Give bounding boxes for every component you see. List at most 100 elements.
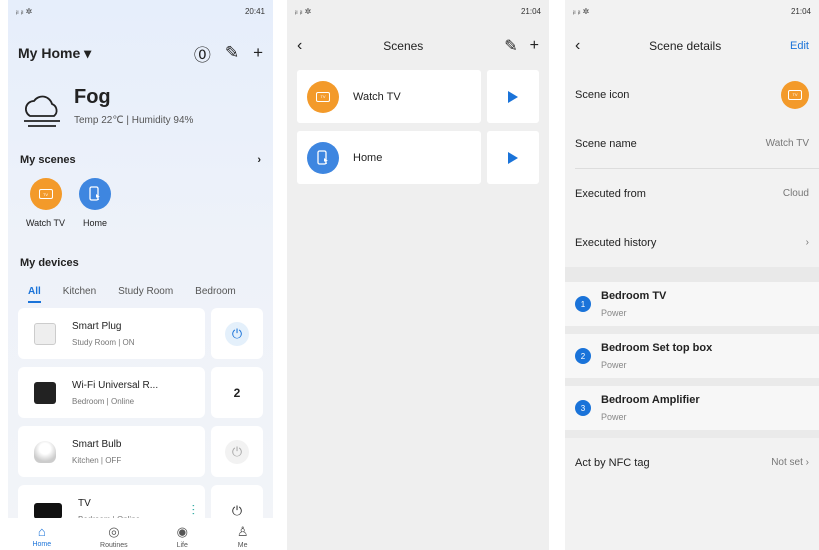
nav-label: Me (237, 542, 248, 549)
status-time: 20:41 (244, 6, 265, 16)
nav-me[interactable]: ♙ Me (237, 524, 249, 549)
chevron-right-icon[interactable]: › (257, 154, 261, 166)
row-label: Act by NFC tag (575, 456, 650, 469)
back-icon[interactable]: ‹ (297, 37, 302, 55)
home-selector[interactable]: My Home ▾ (18, 45, 91, 62)
play-button[interactable] (487, 131, 539, 184)
page-title: Scene details (649, 39, 722, 53)
scene-label: Watch TV (26, 218, 66, 228)
action-number: 3 (575, 400, 591, 416)
tab-kitchen[interactable]: Kitchen (63, 286, 96, 297)
tab-bedroom[interactable]: Bedroom (195, 286, 236, 297)
device-count: 2 (233, 385, 241, 400)
weather-condition: Fog (74, 86, 111, 108)
bottom-nav: ⌂ Home ◎ Routines ◉ Life ♙ Me (8, 518, 273, 550)
device-name: TV (78, 497, 91, 509)
scenes-screen: ᵢₗ ᵢₗ ✲ 21:04 ‹ Scenes ✎ + TV Watch TV H… (287, 0, 549, 550)
page-title: Scenes (383, 39, 424, 53)
nfc-value: Not set › (771, 457, 809, 468)
power-icon: ⏻ (225, 321, 249, 346)
row-label: Scene name (575, 137, 637, 150)
row-label: Executed from (575, 187, 646, 200)
status-bar: ᵢₗ ᵢₗ ✲ 20:41 (8, 0, 273, 22)
row-value: Cloud (782, 188, 809, 199)
device-status: Kitchen | OFF (72, 455, 122, 465)
tv-icon: TV (781, 80, 809, 109)
phone-tap-icon (307, 141, 339, 174)
executed-from-row: Executed from Cloud (565, 169, 819, 218)
eye-icon: ◉ (176, 524, 188, 539)
chevron-right-icon: › (805, 237, 809, 248)
device-power-button[interactable]: ⏻ (211, 426, 263, 477)
add-icon[interactable]: + (530, 37, 539, 55)
device-name: Smart Bulb (72, 438, 122, 450)
tab-all[interactable]: All (28, 286, 41, 303)
status-signal: ᵢₗ ᵢₗ ✲ (295, 6, 312, 16)
device-card-smart-plug[interactable]: Smart Plug Study Room | ON (18, 308, 205, 359)
scene-card-home[interactable]: Home (297, 131, 481, 184)
action-name: Bedroom Set top box (601, 342, 713, 354)
edit-icon[interactable]: ✎ (225, 43, 239, 63)
scene-watch-tv[interactable]: TV Watch TV (26, 178, 65, 252)
action-item[interactable]: 3 Bedroom Amplifier Power (565, 386, 819, 438)
action-number: 2 (575, 348, 591, 364)
device-power-button[interactable]: ⏻ (211, 308, 263, 359)
help-icon[interactable]: ⓪ (194, 41, 211, 66)
action-name: Bedroom Amplifier (601, 394, 700, 406)
executed-history-row[interactable]: Executed history › (565, 218, 819, 267)
nav-home[interactable]: ⌂ Home (32, 524, 51, 548)
tv-icon: TV (307, 80, 339, 113)
scene-name-row[interactable]: Scene name Watch TV (565, 119, 819, 168)
nav-label: Life (176, 542, 188, 549)
device-name: Wi-Fi Universal R... (72, 379, 159, 391)
device-count-button[interactable]: 2 (211, 367, 263, 418)
tv-icon: TV (29, 178, 62, 210)
status-time: 21:04 (790, 6, 811, 16)
home-icon: ⌂ (37, 524, 46, 539)
equalizer-icon[interactable]: ⫶ (192, 502, 196, 519)
status-bar: ᵢₗ ᵢₗ ✲ 21:04 (287, 0, 549, 22)
play-icon (508, 90, 518, 103)
row-label: Executed history (575, 236, 657, 249)
action-number: 1 (575, 296, 591, 312)
nav-routines[interactable]: ◎ Routines (100, 524, 128, 549)
status-signal: ᵢₗ ᵢₗ ✲ (573, 6, 590, 16)
edit-icon[interactable]: ✎ (504, 36, 517, 56)
nfc-row[interactable]: Act by NFC tag Not set › (565, 438, 819, 487)
row-label: Scene icon (575, 88, 630, 101)
phone-tap-icon (79, 178, 112, 210)
home-screen: ᵢₗ ᵢₗ ✲ 20:41 My Home ▾ ⓪ ✎ + Fog Temp 2… (8, 0, 273, 550)
ir-remote-icon (34, 381, 56, 404)
action-item[interactable]: 1 Bedroom TV Power (565, 282, 819, 334)
back-icon[interactable]: ‹ (575, 37, 580, 55)
routines-icon: ◎ (108, 524, 120, 539)
device-name: Smart Plug (72, 320, 122, 332)
bulb-icon (34, 440, 56, 463)
weather-panel: Fog Temp 22℃ | Humidity 94% (8, 70, 273, 146)
scene-label: Watch TV (353, 90, 401, 103)
power-icon: ⏻ (225, 439, 249, 464)
nav-life[interactable]: ◉ Life (177, 524, 188, 549)
smart-plug-icon (34, 322, 56, 345)
action-type: Power (601, 412, 627, 422)
weather-details: Temp 22℃ | Humidity 94% (74, 115, 194, 126)
scene-details-screen: ᵢₗ ᵢₗ ✲ 21:04 ‹ Scene details Edit Scene… (565, 0, 819, 550)
tv-device-icon (34, 502, 62, 519)
scene-home[interactable]: Home (79, 178, 112, 252)
nfc-value-text: Not set (771, 457, 803, 468)
user-icon: ♙ (236, 524, 249, 539)
action-item[interactable]: 2 Bedroom Set top box Power (565, 334, 819, 386)
scene-label: Home (353, 151, 383, 164)
row-value: Watch TV (765, 138, 809, 149)
tab-study-room[interactable]: Study Room (118, 286, 173, 297)
chevron-right-icon: › (805, 457, 809, 468)
status-bar: ᵢₗ ᵢₗ ✲ 21:04 (565, 0, 819, 22)
play-button[interactable] (487, 70, 539, 123)
scene-icon-row[interactable]: Scene icon TV (565, 70, 819, 119)
status-signal: ᵢₗ ᵢₗ ✲ (16, 6, 33, 16)
edit-button[interactable]: Edit (790, 40, 809, 52)
device-card-ir-remote[interactable]: Wi-Fi Universal R... Bedroom | Online (18, 367, 205, 418)
scene-card-watch-tv[interactable]: TV Watch TV (297, 70, 481, 123)
device-card-smart-bulb[interactable]: Smart Bulb Kitchen | OFF (18, 426, 205, 477)
add-icon[interactable]: + (253, 43, 263, 63)
